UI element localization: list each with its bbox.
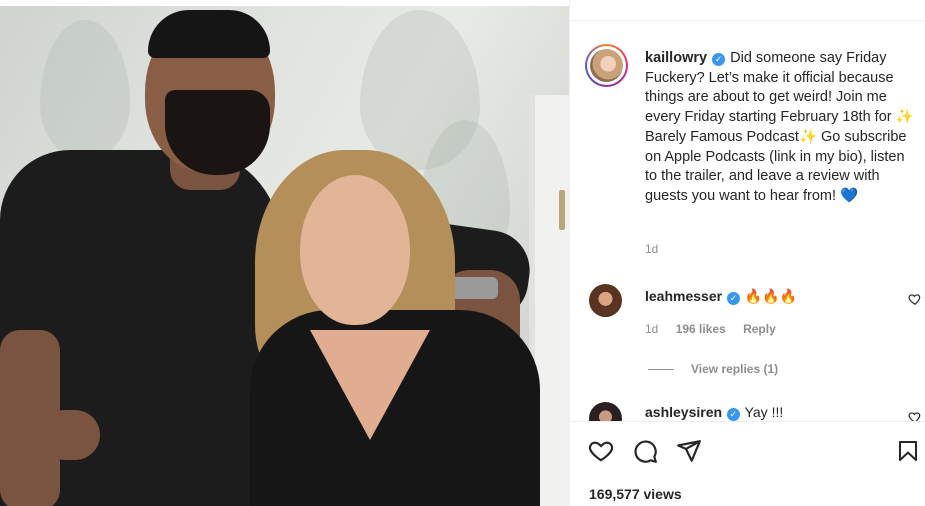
commenter-username[interactable]: leahmesser xyxy=(645,288,722,304)
author-avatar[interactable] xyxy=(585,44,628,87)
views-count[interactable]: 169,577 views xyxy=(589,486,682,502)
media-top-strip xyxy=(0,0,569,6)
comment-item: ashleysiren ✓ Yay !!! xyxy=(570,402,925,421)
blue-heart-icon: 💙 xyxy=(840,187,859,204)
comment-time[interactable]: 1d xyxy=(645,322,658,336)
comment-body: 🔥🔥🔥 xyxy=(744,288,798,304)
commenter-avatar[interactable] xyxy=(589,402,622,421)
comment-body: Yay !!! xyxy=(744,404,784,420)
view-replies-label: View replies (1) xyxy=(691,362,779,376)
comment-text: ashleysiren ✓ Yay !!! xyxy=(645,404,783,421)
avatar-photo xyxy=(590,49,623,82)
door-handle xyxy=(559,190,565,230)
podcast-name: Barely Famous Podcast xyxy=(645,128,799,145)
reply-button[interactable]: Reply xyxy=(743,322,776,336)
verified-badge-icon: ✓ xyxy=(712,53,726,66)
comment-like-heart-icon[interactable] xyxy=(908,410,922,421)
comment-like-heart-icon[interactable] xyxy=(908,292,922,309)
comment-likes[interactable]: 196 likes xyxy=(676,322,726,336)
wristwatch xyxy=(448,277,498,299)
commenter-avatar[interactable] xyxy=(589,284,622,317)
heart-icon[interactable] xyxy=(588,438,614,464)
post-timestamp[interactable]: 1d xyxy=(645,242,658,256)
verified-badge-icon: ✓ xyxy=(726,292,740,305)
man-hair xyxy=(148,10,270,58)
commenter-username[interactable]: ashleysiren xyxy=(645,404,722,420)
post-details-panel: kaillowry ✓ Did someone say Friday Fucke… xyxy=(569,0,925,506)
comment-icon[interactable] xyxy=(632,438,658,464)
man-hand xyxy=(40,410,100,460)
comment-text: leahmesser ✓ 🔥🔥🔥 xyxy=(645,288,797,305)
panel-divider xyxy=(570,20,925,21)
comment-meta: 1d 196 likes Reply xyxy=(645,322,790,336)
woman-face xyxy=(300,175,410,325)
sparkle-icon: ✨ xyxy=(798,128,817,145)
wallpaper-leaf xyxy=(40,20,130,160)
author-username[interactable]: kaillowry xyxy=(645,50,707,66)
man-beard xyxy=(165,90,270,175)
sparkle-icon: ✨ xyxy=(895,109,914,126)
post-media[interactable] xyxy=(0,0,569,506)
bookmark-icon[interactable] xyxy=(896,438,922,464)
replies-line xyxy=(648,369,674,371)
post-caption: kaillowry ✓ Did someone say Friday Fucke… xyxy=(645,49,917,207)
post-actions-bar: 169,577 views xyxy=(570,421,925,506)
verified-badge-icon: ✓ xyxy=(726,408,740,421)
view-replies-button[interactable]: View replies (1) xyxy=(648,362,778,376)
share-icon[interactable] xyxy=(676,438,702,464)
